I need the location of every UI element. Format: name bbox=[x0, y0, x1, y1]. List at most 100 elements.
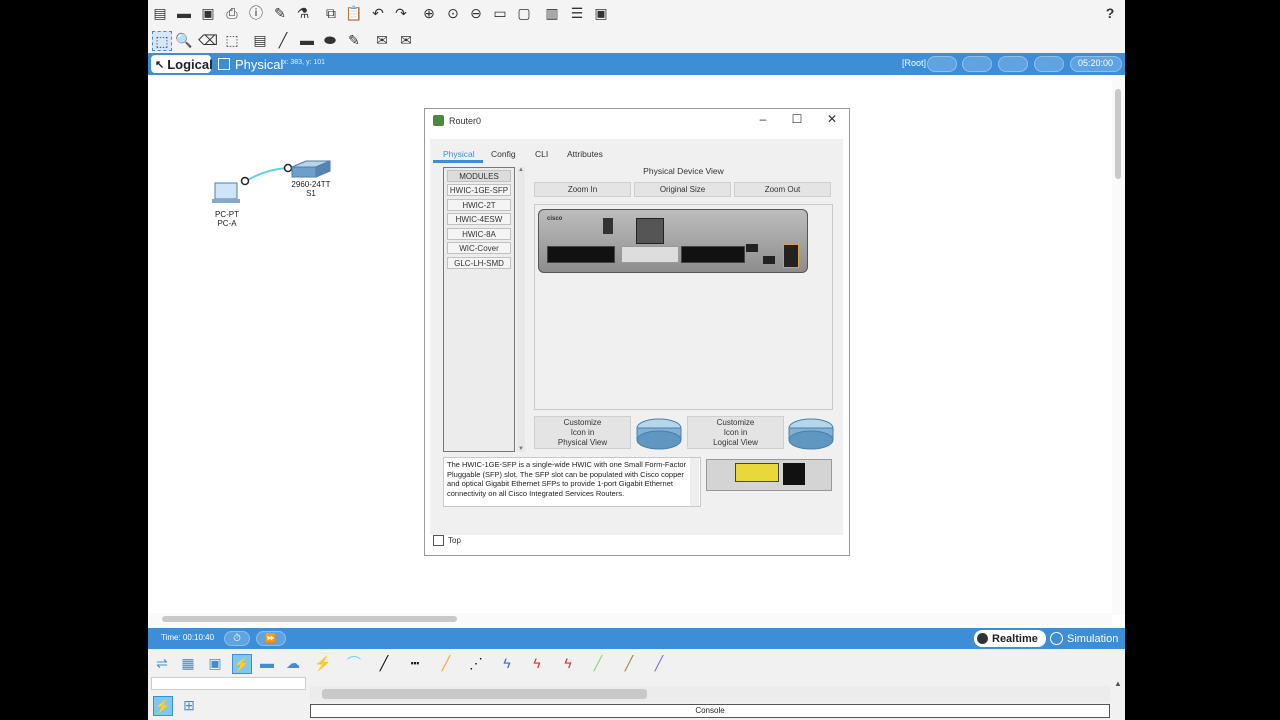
end-devices-icon[interactable]: ▦ bbox=[179, 654, 197, 672]
maximize-icon[interactable]: ☐ bbox=[787, 112, 807, 126]
router-chassis-image[interactable]: cisco bbox=[538, 209, 808, 273]
print-icon[interactable]: ⎙ bbox=[223, 4, 241, 22]
console-bar[interactable]: Console bbox=[310, 704, 1110, 718]
ellipse-tool-icon[interactable]: ⬬ bbox=[321, 31, 339, 49]
network-info-icon[interactable]: ✎ bbox=[271, 4, 289, 22]
canvas-vertical-scrollbar[interactable] bbox=[1112, 75, 1125, 615]
simple-pdu-icon[interactable]: ✉ bbox=[373, 31, 391, 49]
zoom-in-button[interactable]: Zoom In bbox=[534, 182, 631, 197]
module-slot-2[interactable] bbox=[681, 246, 745, 263]
tab-cli[interactable]: CLI bbox=[535, 149, 548, 159]
module-hwic-2t[interactable]: HWIC-2T bbox=[447, 199, 511, 211]
horizontal-scroll-thumb[interactable] bbox=[162, 616, 457, 622]
customize-physical-icon-button[interactable]: Customize Icon in Physical View bbox=[534, 416, 631, 449]
multiuser-icon[interactable]: ☁ bbox=[284, 654, 302, 672]
ethernet-port-1[interactable] bbox=[763, 256, 775, 264]
help-icon[interactable]: ? bbox=[1101, 4, 1119, 22]
ethernet-port-group[interactable] bbox=[783, 244, 799, 268]
panel-scroll-arrow-icon[interactable]: ▲ bbox=[1114, 679, 1122, 688]
power-cycle-icon[interactable]: ⏱ bbox=[224, 631, 250, 646]
device-list-scrollbar[interactable] bbox=[310, 686, 1110, 702]
activity-wizard-icon[interactable]: ⚗ bbox=[294, 4, 312, 22]
zoom-out-button[interactable]: Zoom Out bbox=[734, 182, 831, 197]
custom-device-icon[interactable]: ▢ bbox=[515, 4, 533, 22]
console-cable-icon[interactable]: ⌒ bbox=[345, 654, 363, 672]
module-hwic-1ge-sfp[interactable]: HWIC-1GE-SFP bbox=[447, 184, 511, 196]
original-size-button[interactable]: Original Size bbox=[634, 182, 731, 197]
delete-tool-icon[interactable]: ⌫ bbox=[198, 31, 218, 49]
serial-dce-icon[interactable]: ϟ bbox=[528, 654, 546, 672]
minimize-icon[interactable]: – bbox=[753, 112, 773, 126]
complex-pdu-icon[interactable]: ✉ bbox=[397, 31, 415, 49]
redo-icon[interactable]: ↷ bbox=[392, 4, 410, 22]
canvas-horizontal-scrollbar[interactable] bbox=[148, 613, 1112, 625]
fiber-icon[interactable]: ╱ bbox=[437, 654, 455, 672]
zoom-out-icon[interactable]: ⊖ bbox=[467, 4, 485, 22]
ethernet-port-0[interactable] bbox=[746, 244, 758, 252]
paste-icon[interactable]: 📋 bbox=[345, 4, 363, 22]
components-icon[interactable]: ▣ bbox=[206, 654, 224, 672]
tab-config[interactable]: Config bbox=[491, 149, 516, 159]
new-file-icon[interactable]: ▤ bbox=[151, 4, 169, 22]
copper-cross-icon[interactable]: ┅ bbox=[406, 654, 424, 672]
module-glc-lh-smd[interactable]: GLC-LH-SMD bbox=[447, 257, 511, 269]
power-switch[interactable] bbox=[636, 218, 664, 244]
module-hwic-8a[interactable]: HWIC-8A bbox=[447, 228, 511, 240]
info-icon[interactable]: ⓘ bbox=[247, 4, 265, 22]
notes-icon[interactable]: ▥ bbox=[543, 4, 561, 22]
rectangle-tool-icon[interactable]: ▬ bbox=[298, 31, 316, 49]
zoom-in-icon[interactable]: ⊕ bbox=[420, 4, 438, 22]
top-checkbox-box[interactable] bbox=[433, 535, 444, 546]
viewport-button[interactable] bbox=[998, 56, 1028, 72]
selected-connections-icon[interactable]: ⚡ bbox=[153, 696, 173, 716]
resize-tool-icon[interactable]: ⬚ bbox=[223, 31, 241, 49]
open-folder-icon[interactable]: ▬ bbox=[175, 4, 193, 22]
grid-view-icon[interactable]: ⊞ bbox=[180, 696, 198, 714]
fast-forward-icon[interactable]: ⏩ bbox=[256, 631, 286, 646]
scroll-up-icon[interactable]: ▲ bbox=[517, 167, 525, 173]
modules-scrollbar[interactable]: ▲ ▼ bbox=[517, 167, 525, 452]
cluster-icon[interactable] bbox=[962, 56, 992, 72]
zoom-reset-icon[interactable]: ⊙ bbox=[444, 4, 462, 22]
close-icon[interactable]: ✕ bbox=[822, 112, 842, 126]
scroll-down-icon[interactable]: ▼ bbox=[517, 446, 525, 452]
line-tool-icon[interactable]: ╱ bbox=[274, 31, 292, 49]
freeform-tool-icon[interactable]: ✎ bbox=[345, 31, 363, 49]
misc-category-icon[interactable]: ▬ bbox=[258, 654, 276, 672]
description-scrollbar[interactable] bbox=[690, 458, 699, 506]
undo-icon[interactable]: ↶ bbox=[369, 4, 387, 22]
logical-workspace-tab[interactable]: ↖ Logical bbox=[151, 55, 213, 73]
device-list-scroll-thumb[interactable] bbox=[322, 689, 647, 699]
serial-dte-icon[interactable]: ϟ bbox=[559, 654, 577, 672]
coaxial-icon[interactable]: ϟ bbox=[498, 654, 516, 672]
tab-physical[interactable]: Physical bbox=[443, 149, 475, 159]
module-hwic-4esw[interactable]: HWIC-4ESW bbox=[447, 213, 511, 225]
note-tool-icon[interactable]: ▤ bbox=[251, 31, 269, 49]
drawing-rectangle-icon[interactable]: ▭ bbox=[491, 4, 509, 22]
simulation-mode-tab[interactable]: Simulation bbox=[1050, 630, 1118, 647]
phone-cable-icon[interactable]: ⋰ bbox=[467, 654, 485, 672]
octal-cable-icon[interactable]: ╱ bbox=[589, 654, 607, 672]
select-tool-icon[interactable]: ⬚ bbox=[152, 31, 172, 51]
device-list-icon[interactable]: ☰ bbox=[568, 4, 586, 22]
auto-connection-icon[interactable]: ⚡ bbox=[314, 654, 332, 672]
iot-cable-icon[interactable]: ╱ bbox=[620, 654, 638, 672]
save-icon[interactable]: ▣ bbox=[199, 4, 217, 22]
realtime-mode-tab[interactable]: Realtime bbox=[974, 630, 1046, 647]
inspect-tool-icon[interactable]: 🔍 bbox=[175, 31, 193, 49]
physical-workspace-tab[interactable]: Physical bbox=[218, 55, 283, 73]
module-slot-0[interactable] bbox=[547, 246, 615, 263]
copy-icon[interactable]: ⧉ bbox=[322, 4, 340, 22]
physical-device-view[interactable]: cisco bbox=[534, 204, 833, 410]
copper-straight-icon[interactable]: ╱ bbox=[375, 654, 393, 672]
screenshot-icon[interactable]: ▣ bbox=[592, 4, 610, 22]
vertical-scroll-thumb[interactable] bbox=[1115, 89, 1121, 179]
network-devices-icon[interactable]: ⇌ bbox=[153, 654, 171, 672]
tab-attributes[interactable]: Attributes bbox=[567, 149, 603, 159]
module-slot-1[interactable] bbox=[621, 246, 679, 263]
customize-logical-icon-button[interactable]: Customize Icon in Logical View bbox=[687, 416, 784, 449]
background-icon[interactable] bbox=[1034, 56, 1064, 72]
usb-cable-icon[interactable]: ╱ bbox=[650, 654, 668, 672]
device-search-input[interactable] bbox=[151, 677, 306, 690]
connections-category-icon[interactable]: ⚡ bbox=[232, 654, 252, 674]
